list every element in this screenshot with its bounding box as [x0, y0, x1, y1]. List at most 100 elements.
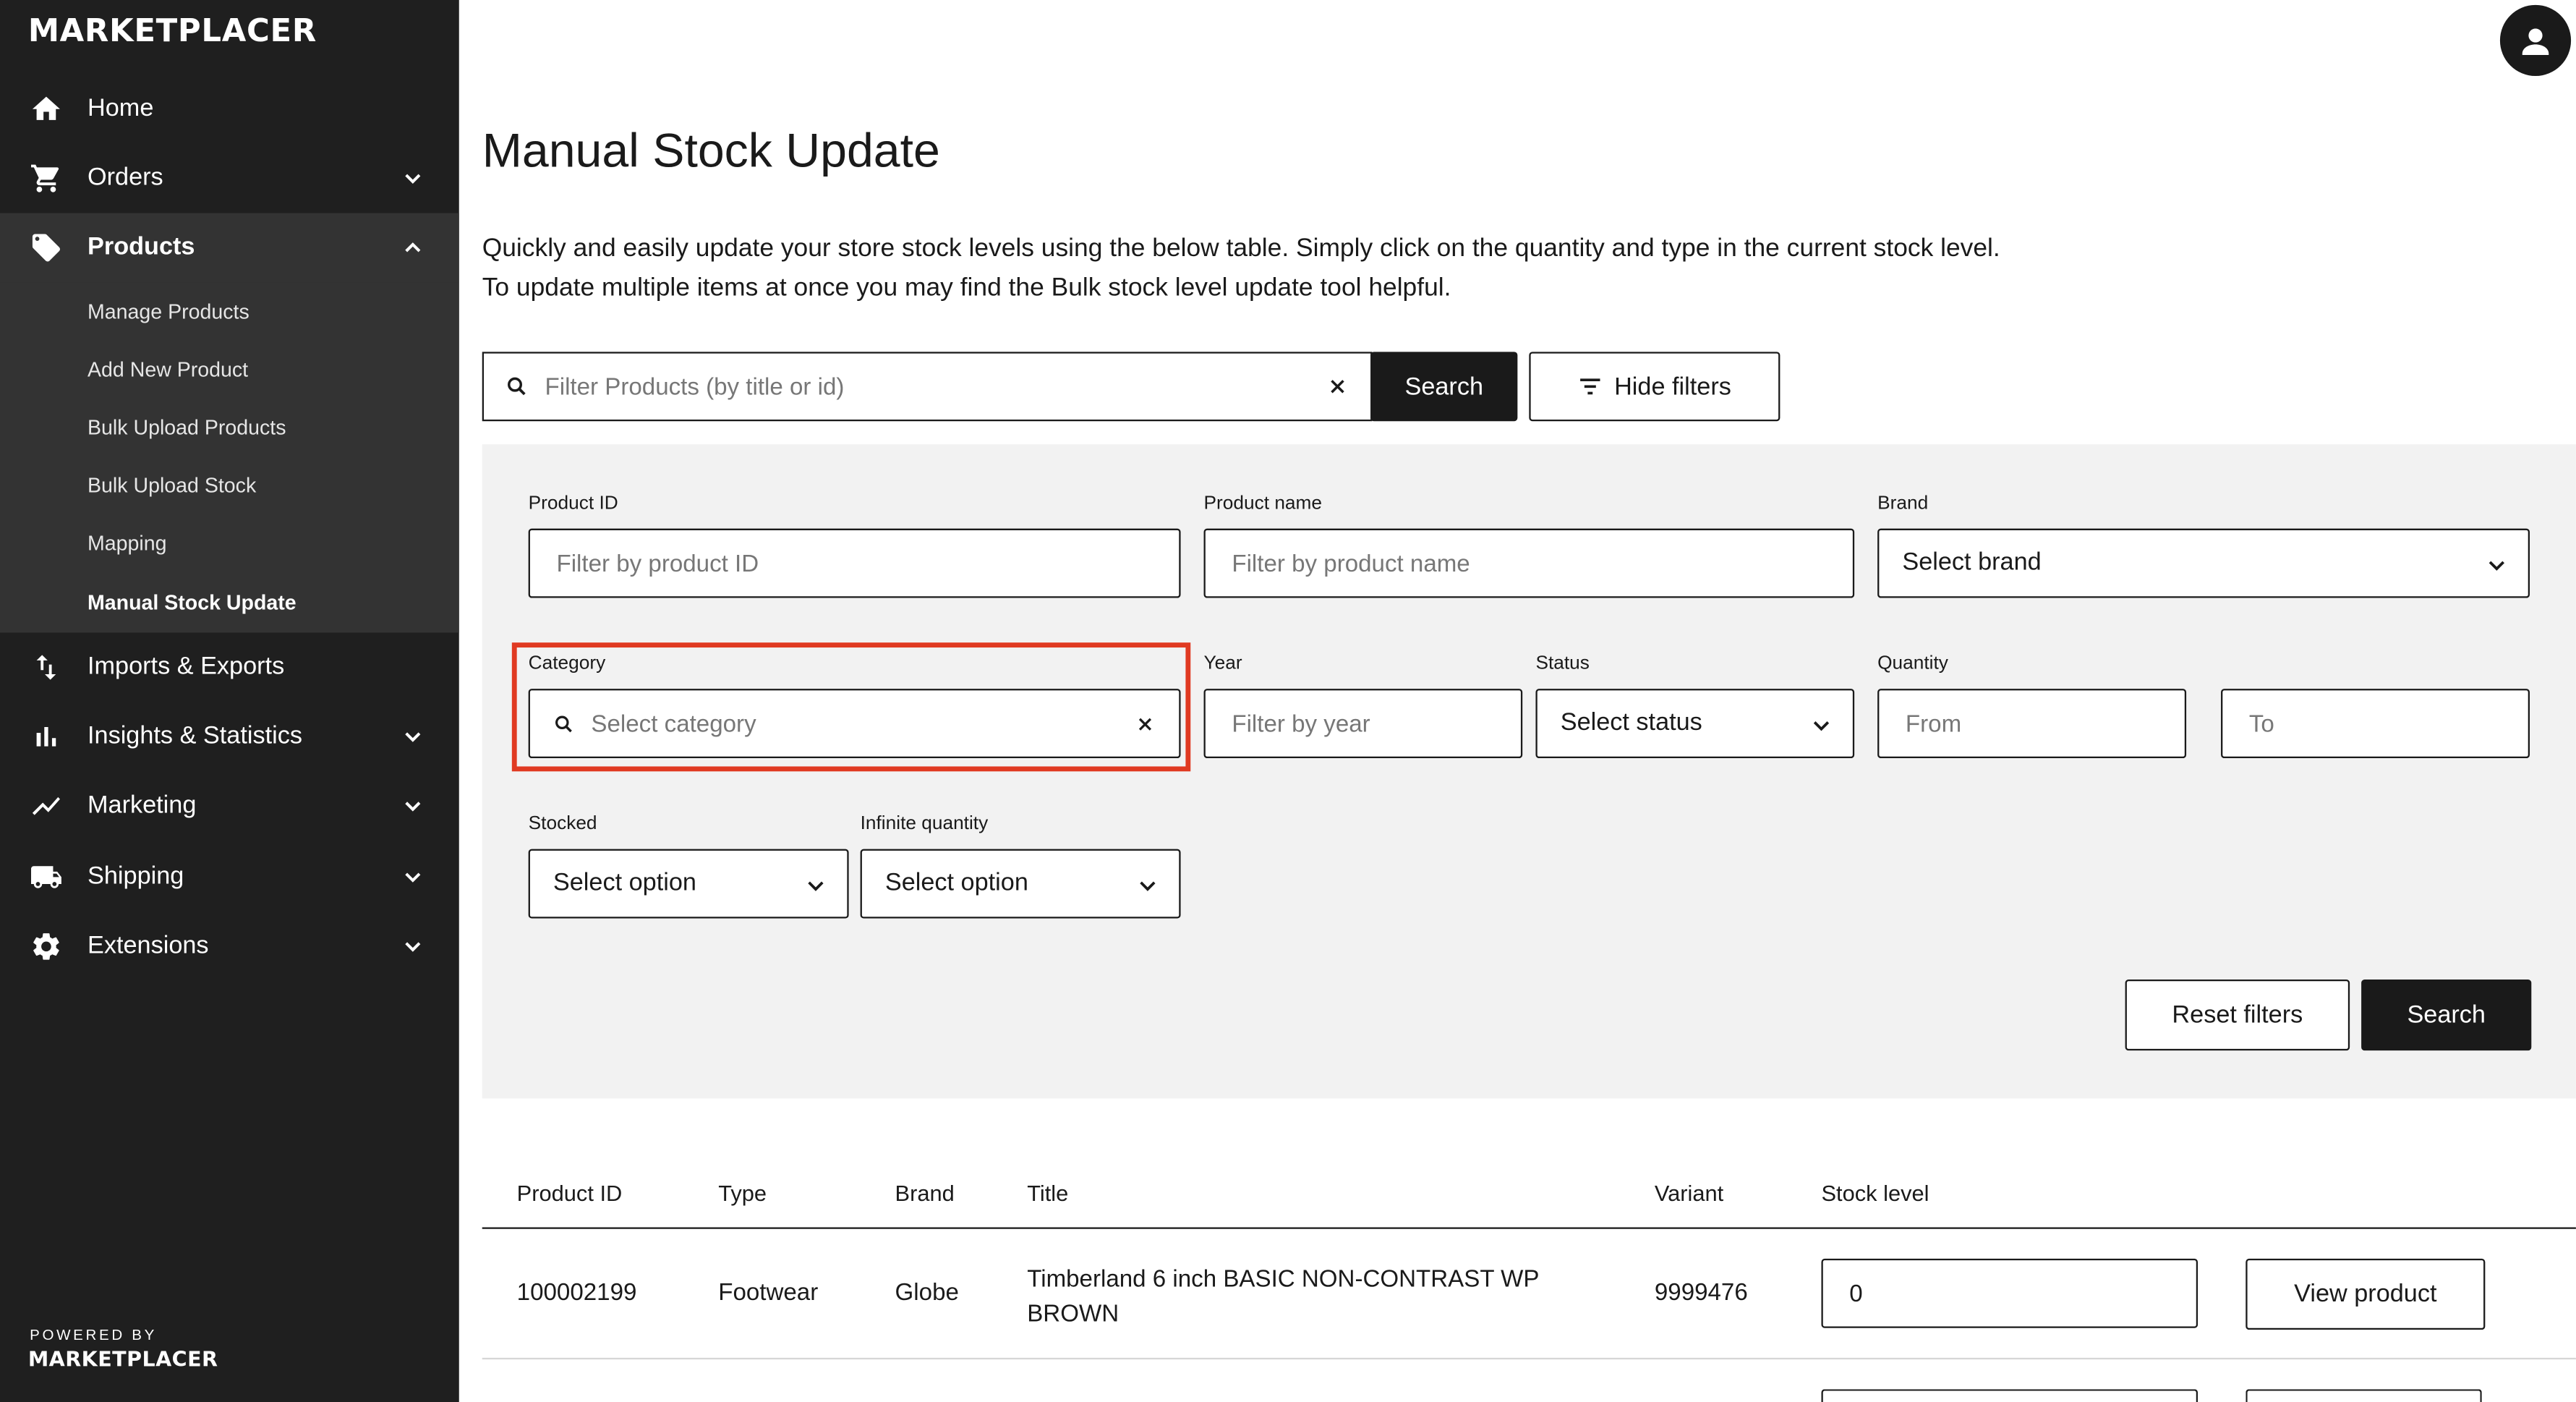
cell-variant: 9999476	[1654, 1280, 1748, 1307]
view-product-button-next[interactable]	[2246, 1389, 2482, 1402]
brand-select-value: Select brand	[1902, 548, 2042, 577]
sidebar-item-label: Marketing	[88, 791, 197, 820]
powered-by-label: POWERED BY	[30, 1326, 157, 1343]
column-header-variant: Variant	[1654, 1181, 1724, 1206]
column-header-stock-level: Stock level	[1821, 1181, 1929, 1206]
product-name-input[interactable]	[1228, 530, 1830, 600]
sidebar-subitem-manual-stock-update[interactable]: Manual Stock Update	[88, 591, 297, 614]
user-avatar-button[interactable]	[2499, 4, 2572, 77]
product-id-field	[528, 528, 1181, 600]
stock-level-input[interactable]	[1846, 1260, 2183, 1330]
sidebar-item-orders[interactable]: Orders	[0, 144, 459, 213]
status-select[interactable]: Select status	[1535, 689, 1855, 759]
infinite-quantity-label: Infinite quantity	[860, 814, 989, 835]
chevron-up-icon	[400, 234, 427, 261]
cart-icon	[30, 162, 63, 195]
sidebar-item-label: Orders	[88, 163, 163, 192]
sidebar-item-label: Extensions	[88, 931, 209, 960]
category-input[interactable]	[587, 690, 1123, 760]
sidebar-item-label: Products	[88, 232, 195, 261]
apply-filters-search-button[interactable]: Search	[2361, 979, 2532, 1051]
sidebar-item-insights-statistics[interactable]: Insights & Statistics	[0, 702, 459, 771]
sidebar-item-label: Imports & Exports	[88, 652, 285, 681]
quantity-to-field	[2221, 689, 2530, 760]
cell-brand: Globe	[895, 1280, 959, 1307]
column-header-type: Type	[718, 1181, 767, 1206]
year-field	[1203, 689, 1523, 760]
sidebar-item-extensions[interactable]: Extensions	[0, 912, 459, 981]
sidebar-subitem-add-new-product[interactable]: Add New Product	[88, 358, 248, 381]
reset-filters-button[interactable]: Reset filters	[2125, 979, 2350, 1051]
category-label: Category	[528, 654, 606, 674]
category-field	[528, 689, 1181, 760]
chevron-down-icon	[400, 165, 427, 192]
cell-title-line-2: BROWN	[1027, 1301, 1119, 1328]
product-filter-input[interactable]	[541, 353, 1308, 423]
sidebar-subitem-manage-products[interactable]: Manage Products	[88, 301, 250, 324]
cell-title: Timberland 6 inch BASIC NON-CONTRAST WP …	[1027, 1264, 1539, 1333]
table-row-divider	[482, 1357, 2576, 1360]
sidebar-item-label: Insights & Statistics	[88, 721, 302, 750]
sidebar-item-home[interactable]: Home	[0, 75, 459, 144]
page-title: Manual Stock Update	[482, 125, 940, 179]
sidebar-subitem-bulk-upload-stock[interactable]: Bulk Upload Stock	[88, 474, 256, 497]
sidebar-subitem-mapping[interactable]: Mapping	[88, 532, 166, 555]
status-label: Status	[1535, 654, 1590, 674]
powered-by-logo: MARKETPLACER	[27, 1346, 218, 1372]
stocked-select-value: Select option	[553, 869, 696, 897]
import-export-icon	[30, 651, 63, 684]
search-icon	[553, 713, 575, 735]
chevron-down-icon	[400, 793, 427, 820]
sidebar-subitem-bulk-upload-products[interactable]: Bulk Upload Products	[88, 416, 286, 439]
marketplacer-logo[interactable]: MARKETPLACER	[28, 13, 317, 49]
stock-level-field	[1821, 1258, 2198, 1330]
search-icon	[506, 375, 529, 398]
hide-filters-button[interactable]: Hide filters	[1529, 352, 1780, 422]
hide-filters-label: Hide filters	[1614, 372, 1731, 401]
intro-line-2: To update multiple items at once you may…	[482, 274, 1451, 302]
product-name-field	[1203, 528, 1855, 600]
stock-level-field-next[interactable]	[1821, 1389, 2198, 1402]
bar-chart-icon	[30, 721, 63, 754]
infinite-quantity-select[interactable]: Select option	[860, 849, 1181, 919]
product-name-label: Product name	[1203, 493, 1323, 514]
column-header-brand: Brand	[895, 1181, 955, 1206]
search-button[interactable]: Search	[1370, 352, 1518, 422]
brand-select[interactable]: Select brand	[1877, 528, 2530, 598]
chevron-down-icon	[804, 874, 827, 897]
chevron-down-icon	[400, 933, 427, 960]
sidebar-item-shipping[interactable]: Shipping	[0, 842, 459, 912]
sidebar-item-marketing[interactable]: Marketing	[0, 771, 459, 841]
sidebar-item-products[interactable]: Products	[0, 213, 459, 283]
chevron-down-icon	[400, 864, 427, 891]
product-id-label: Product ID	[528, 493, 618, 514]
infinite-quantity-select-value: Select option	[884, 869, 1028, 897]
view-product-button[interactable]: View product	[2246, 1258, 2486, 1330]
product-id-input[interactable]	[553, 530, 1155, 600]
cell-type: Footwear	[718, 1280, 819, 1307]
quantity-from-input[interactable]	[1902, 690, 2173, 760]
quantity-from-field	[1877, 689, 2187, 760]
intro-line-1: Quickly and easily update your store sto…	[482, 234, 2000, 263]
status-select-value: Select status	[1560, 708, 1702, 737]
sidebar-item-label: Shipping	[88, 862, 184, 891]
clear-search-icon[interactable]	[1326, 375, 1349, 398]
year-input[interactable]	[1228, 690, 1508, 760]
table-header-divider	[482, 1227, 2576, 1229]
brand-label: Brand	[1877, 493, 1929, 514]
chevron-down-icon	[400, 723, 427, 750]
sidebar: MARKETPLACER Home Orders Products Manage…	[0, 0, 459, 1402]
stocked-label: Stocked	[528, 814, 597, 835]
quantity-to-input[interactable]	[2246, 690, 2517, 760]
column-header-title: Title	[1027, 1181, 1069, 1206]
sidebar-item-imports-exports[interactable]: Imports & Exports	[0, 633, 459, 702]
products-submenu: Manage Products Add New Product Bulk Upl…	[0, 282, 459, 633]
truck-icon	[30, 861, 63, 894]
trend-icon	[30, 789, 63, 823]
quantity-label: Quantity	[1877, 654, 1948, 674]
year-label: Year	[1203, 654, 1242, 674]
stocked-select[interactable]: Select option	[528, 849, 849, 919]
user-icon	[2522, 28, 2549, 56]
sidebar-item-label: Home	[88, 94, 154, 122]
clear-category-icon[interactable]	[1135, 713, 1156, 735]
